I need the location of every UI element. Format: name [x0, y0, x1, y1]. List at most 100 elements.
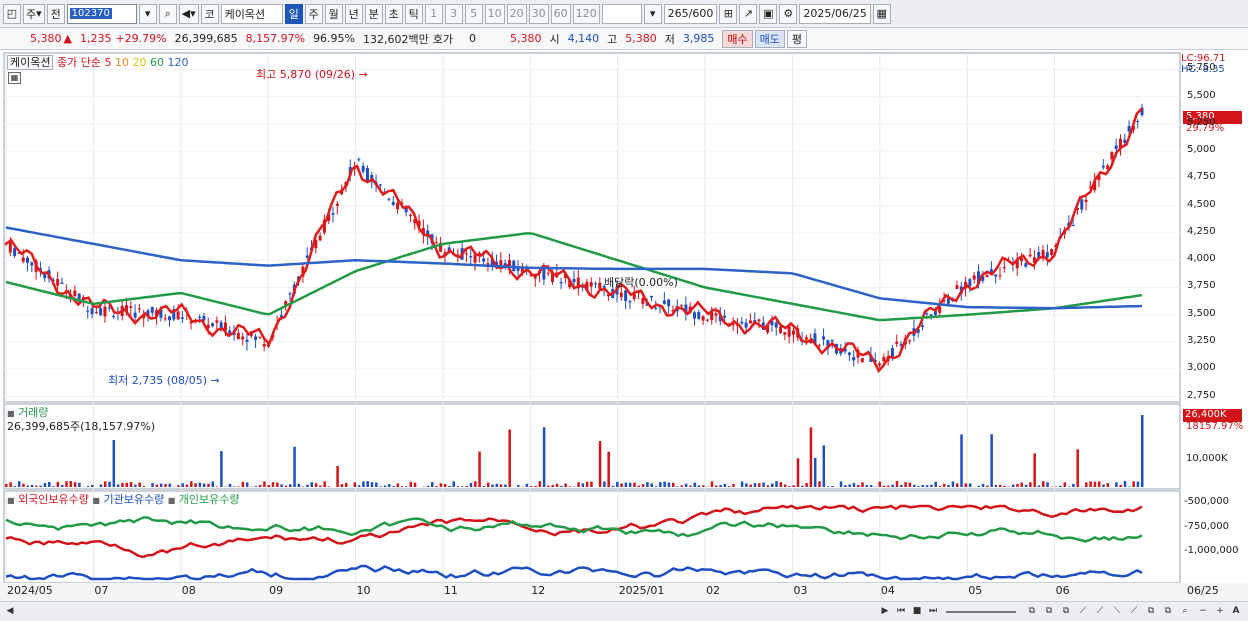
count-field[interactable]: 265/600 — [663, 3, 718, 24]
volume-bar — [878, 481, 882, 487]
table-icon[interactable]: ▦ — [8, 72, 21, 84]
volume-bar — [233, 486, 236, 487]
rewind-icon[interactable]: ⏮ — [894, 604, 908, 618]
tab-month[interactable]: 월 — [324, 3, 343, 24]
ma-120-label: 120 — [167, 56, 189, 69]
volume-bar — [848, 484, 851, 487]
prev-button[interactable]: 전 — [46, 3, 65, 24]
low-annot-text: 최저 2,735 (08/05) — [108, 374, 208, 387]
scroll-left-icon[interactable]: ◀ — [3, 604, 17, 618]
candle-body — [662, 300, 666, 304]
unit-1[interactable]: 1 — [424, 3, 443, 24]
volume-bar — [151, 483, 154, 487]
volume-bar — [177, 485, 180, 487]
volume-bar — [400, 486, 404, 487]
search-icon[interactable]: ⌕ — [1178, 604, 1192, 618]
volume-bar — [327, 486, 331, 487]
date-field[interactable]: 2025/06/25 — [799, 3, 871, 24]
eval-button[interactable]: 평 — [786, 29, 807, 48]
volume-bar — [99, 484, 103, 487]
zoom-out-icon[interactable]: − — [1196, 604, 1210, 618]
unit-60[interactable]: 60 — [550, 3, 571, 24]
candle-body — [90, 308, 94, 315]
x-tick-label: 03 — [793, 584, 808, 597]
tab-week[interactable]: 주 — [304, 3, 323, 24]
candle-body — [972, 275, 976, 280]
tab-tick[interactable]: 틱 — [404, 3, 423, 24]
ex-dividend-label: 배당락(0.00%) — [604, 276, 678, 289]
tab-year[interactable]: 년 — [344, 3, 363, 24]
volume-bar — [964, 483, 968, 487]
chart-area[interactable]: 케이옥션 종가 단순 5 10 20 60 120 ▦ 최고 5,870 (09… — [0, 51, 1248, 601]
unit-30[interactable]: 30 — [528, 3, 549, 24]
unit-5[interactable]: 5 — [464, 3, 483, 24]
chart-tool-icon[interactable]: ⊞ — [719, 3, 738, 24]
high-annot-text: 최고 5,870 (09/26) — [256, 68, 356, 81]
volume-bar — [818, 481, 821, 487]
zoom-in-icon[interactable]: + — [1213, 604, 1227, 618]
unit-custom-field[interactable] — [601, 3, 642, 24]
volume-bar — [1059, 485, 1062, 487]
layout-icon[interactable]: ◰ — [3, 3, 21, 24]
tool-icon-3[interactable]: ⧉ — [1059, 604, 1073, 618]
volume-bar — [22, 483, 25, 487]
unit-10[interactable]: 10 — [484, 3, 505, 24]
buy-button[interactable]: 매수 — [722, 29, 753, 48]
bottom-scrollbar[interactable]: ◀ ▶ ⏮ ■ ⏭ ⧉ ⧉ ⧉ ⟋ ⟋ ⟍ ⟋ ⧉ ⧉ ⌕ − + A — [0, 601, 1248, 621]
legend-dot-icon: ■ — [92, 496, 100, 505]
volume-bar — [943, 483, 946, 487]
tool-icon-5[interactable]: ⟋ — [1093, 604, 1107, 618]
candle-body — [21, 257, 25, 262]
volume-bar — [551, 485, 554, 487]
tool-icon-1[interactable]: ⧉ — [1025, 604, 1039, 618]
volume-bar — [542, 427, 546, 487]
market-button[interactable]: 코 — [200, 3, 219, 24]
tab-second[interactable]: 초 — [384, 3, 403, 24]
change-pct: +29.79% — [115, 32, 167, 45]
stock-code-input[interactable]: 102370 — [66, 3, 137, 24]
draw-tool-icon[interactable]: ↗ — [739, 3, 758, 24]
code-dropdown-icon[interactable]: ▾ — [138, 3, 157, 24]
calendar-icon[interactable]: ▦ — [872, 3, 891, 24]
unit-120[interactable]: 120 — [572, 3, 600, 24]
speaker-icon[interactable]: ◀▾ — [178, 3, 199, 24]
unit-dropdown-icon[interactable]: ▾ — [643, 3, 662, 24]
volume-bar — [646, 482, 649, 487]
x-tick-label: 06/25 — [1187, 584, 1219, 597]
search-icon[interactable]: ⌕ — [158, 3, 177, 24]
tool-icon-2[interactable]: ⧉ — [1042, 604, 1056, 618]
scroll-right-icon[interactable]: ▶ — [878, 604, 892, 618]
volume-bar — [194, 483, 197, 487]
period-type-select[interactable]: 주 ▾ — [23, 3, 45, 24]
volume-bar — [271, 482, 275, 487]
tool-icon-4[interactable]: ⟋ — [1076, 604, 1090, 618]
price-chart[interactable] — [0, 51, 1248, 601]
y-tick-label: 5,250 — [1187, 116, 1216, 128]
unit-20[interactable]: 20 — [506, 3, 527, 24]
candle-body — [361, 165, 365, 172]
stop-icon[interactable]: ■ — [910, 604, 924, 618]
volume-bar — [405, 486, 408, 487]
font-icon[interactable]: A — [1229, 604, 1243, 618]
unit-3[interactable]: 3 — [444, 3, 463, 24]
save-icon[interactable]: ▣ — [759, 3, 778, 24]
low-value: 3,985 — [682, 32, 715, 45]
sell-button[interactable]: 매도 — [754, 29, 785, 48]
tab-minute[interactable]: 분 — [364, 3, 383, 24]
stock-name-label[interactable]: 케이옥션 — [7, 55, 54, 70]
stock-name-field[interactable]: 케이옥션 — [220, 3, 283, 24]
tab-day[interactable]: 일 — [284, 3, 303, 24]
tool-icon-6[interactable]: ⟍ — [1110, 604, 1124, 618]
gear-icon[interactable]: ⚙ — [779, 3, 798, 24]
volume-bar — [564, 483, 567, 487]
tool-icon-9[interactable]: ⧉ — [1161, 604, 1175, 618]
volume-bar — [689, 485, 692, 487]
volume-bar — [805, 483, 808, 487]
candle-body — [955, 285, 959, 289]
volume-bar — [960, 434, 963, 487]
forward-icon[interactable]: ⏭ — [926, 604, 940, 618]
tool-icon-7[interactable]: ⟋ — [1127, 604, 1141, 618]
zoom-slider[interactable] — [946, 611, 1016, 613]
volume-bar — [680, 485, 684, 487]
tool-icon-8[interactable]: ⧉ — [1144, 604, 1158, 618]
